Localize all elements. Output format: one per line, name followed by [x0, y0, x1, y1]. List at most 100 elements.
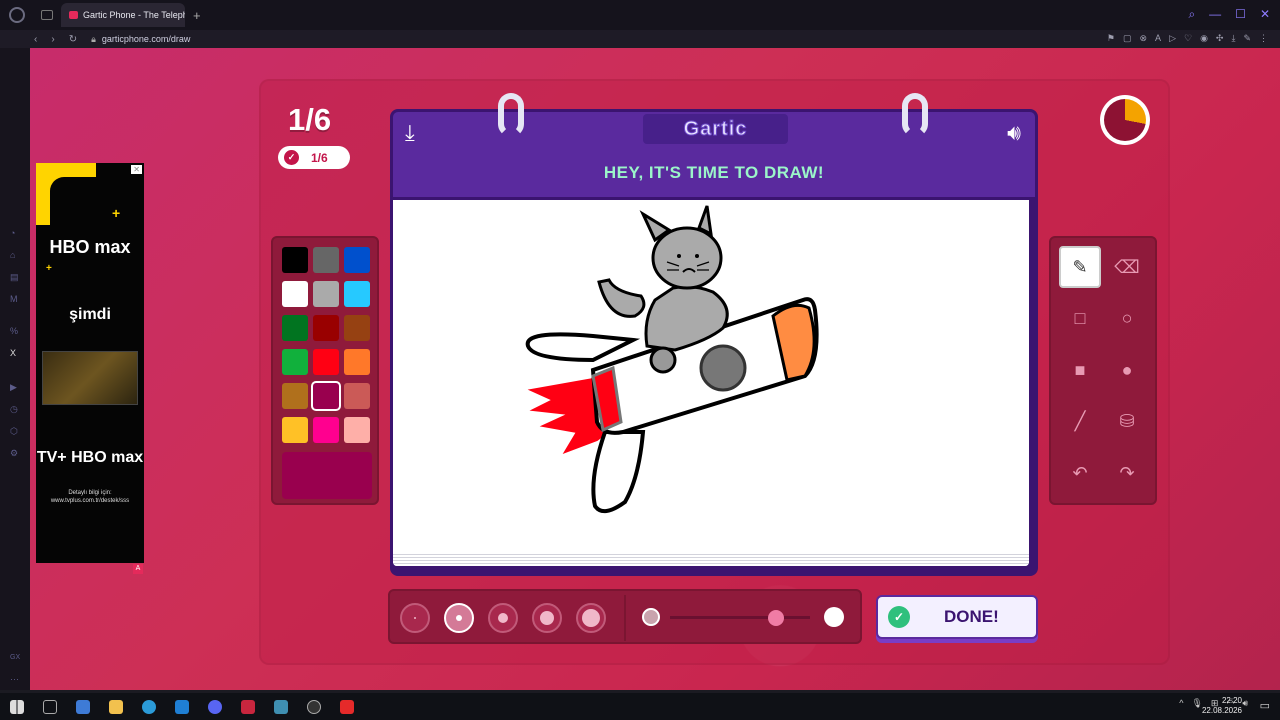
taskbar-clock[interactable]: 22:20 22.08.2026 [1202, 696, 1242, 716]
slider-handle[interactable] [768, 610, 784, 626]
sidebar-m-icon[interactable]: M [10, 294, 18, 304]
game-page: 1/6 ✓ 1/6 ✕ + + HBO max şimdi TV+ HBO ma… [30, 48, 1280, 690]
back-icon[interactable]: ‹ [34, 34, 37, 45]
color-swatch[interactable] [282, 315, 308, 341]
color-swatch[interactable] [313, 281, 339, 307]
color-swatch[interactable] [282, 247, 308, 273]
browser-tab[interactable]: Gartic Phone - The Telepho [61, 3, 185, 27]
download-icon[interactable]: ⤓ [1231, 33, 1235, 44]
opera-logo-icon[interactable] [9, 7, 25, 23]
sidebar-aria-icon[interactable]: ◔ [10, 228, 15, 238]
tray-chevron-icon[interactable]: ^ [1179, 698, 1183, 709]
extensions-icon[interactable]: ✣ [1216, 33, 1224, 44]
start-icon[interactable] [10, 699, 24, 714]
color-swatch[interactable] [344, 315, 370, 341]
color-swatch[interactable] [313, 247, 339, 273]
done-button[interactable]: ✓ DONE! [876, 595, 1038, 639]
window-controls: ⌕ — ☐ ✕ [1188, 7, 1270, 22]
adchoices-icon[interactable]: A [133, 564, 143, 574]
opera-gx-icon[interactable] [241, 699, 255, 714]
store-icon[interactable] [76, 699, 90, 714]
forward-icon[interactable]: › [51, 34, 54, 45]
brush-size-button[interactable] [532, 603, 562, 633]
bucket-icon[interactable]: ⛁ [1106, 401, 1148, 443]
color-swatch[interactable] [344, 417, 370, 443]
close-icon[interactable]: ✕ [1260, 7, 1270, 22]
outlook-icon[interactable] [175, 699, 189, 714]
opacity-slider[interactable] [640, 605, 850, 629]
search-icon[interactable]: ⌕ [1188, 7, 1195, 22]
brush-size-button[interactable] [444, 603, 474, 633]
color-swatch[interactable] [313, 383, 339, 409]
brush-size-button[interactable] [400, 603, 430, 633]
color-swatch[interactable] [282, 417, 308, 443]
color-swatch[interactable] [282, 383, 308, 409]
task-view-icon[interactable] [43, 699, 57, 714]
app-icon[interactable] [274, 699, 288, 714]
ad-close-icon[interactable]: ✕ [131, 165, 142, 174]
sidebar-settings-icon[interactable]: ⚙ [10, 448, 18, 459]
sidebar-box-icon[interactable]: ⬡ [10, 426, 18, 437]
notifications-icon[interactable]: ▭ [1260, 699, 1270, 712]
discord-icon[interactable] [208, 699, 222, 714]
color-swatch[interactable] [313, 315, 339, 341]
volume-icon[interactable]: 🔊︎ [1242, 698, 1248, 709]
ad-banner[interactable]: ✕ + + HBO max şimdi TV+ HBO max Detaylı … [36, 163, 144, 563]
chatgpt-icon[interactable] [307, 699, 321, 714]
drawing-canvas[interactable] [393, 200, 1029, 566]
sound-icon[interactable]: 🔊︎ [1007, 120, 1021, 146]
menu-icon[interactable]: ⋮ [1259, 33, 1268, 44]
explorer-icon[interactable] [109, 699, 123, 714]
maximize-icon[interactable]: ☐ [1235, 7, 1246, 22]
new-tab-icon[interactable]: + [193, 8, 201, 23]
color-swatch[interactable] [282, 281, 308, 307]
color-swatch[interactable] [344, 349, 370, 375]
aria-icon[interactable]: ✎ [1243, 33, 1251, 44]
minimize-icon[interactable]: — [1209, 7, 1221, 22]
eraser-icon[interactable]: ⌫ [1106, 246, 1148, 288]
circle-fill-icon[interactable]: ● [1106, 349, 1148, 391]
anydesk-icon[interactable] [340, 699, 354, 714]
ad-small-print: Detaylı bilgi için: www.tvplus.com.tr/de… [50, 490, 130, 504]
rectangle-fill-icon[interactable]: ■ [1059, 349, 1101, 391]
color-swatch[interactable] [344, 247, 370, 273]
sidebar-percent-icon[interactable]: % [10, 326, 18, 336]
edge-icon[interactable] [142, 699, 156, 714]
sidebar-lock-icon[interactable]: ⌂ [10, 250, 15, 260]
pin-icon[interactable]: ⚑ [1107, 33, 1115, 44]
sidebar-gx-icon[interactable]: GX [10, 654, 20, 661]
url-field[interactable]: garticphone.com/draw [102, 34, 191, 44]
sidebar-more-icon[interactable]: ··· [10, 674, 19, 684]
vpn-icon[interactable]: ◉ [1200, 33, 1208, 44]
tool-panel: ✎ ⌫ □ ○ ■ ● ╱ ⛁ ↶ ↷ [1049, 236, 1157, 505]
round-counter: 1/6 [288, 102, 332, 137]
circle-outline-icon[interactable]: ○ [1106, 298, 1148, 340]
sidebar-messenger-icon[interactable]: ▤ [10, 272, 19, 283]
snapshot-icon[interactable]: ▢ [1123, 33, 1132, 44]
heart-icon[interactable]: ♡ [1184, 33, 1192, 44]
rectangle-outline-icon[interactable]: □ [1059, 298, 1101, 340]
translate-icon[interactable]: A [1155, 33, 1161, 44]
reload-icon[interactable]: ↻ [69, 34, 77, 45]
color-swatch[interactable] [313, 349, 339, 375]
sidebar-history-icon[interactable]: ◷ [10, 404, 18, 415]
ad-simdi: şimdi [69, 306, 111, 323]
slider-track[interactable] [670, 616, 810, 619]
redo-icon[interactable]: ↷ [1106, 452, 1148, 494]
color-swatch[interactable] [313, 417, 339, 443]
pencil-icon[interactable]: ✎ [1059, 246, 1101, 288]
sidebar-x-icon[interactable]: X [10, 348, 16, 358]
color-swatch[interactable] [282, 349, 308, 375]
adblock-icon[interactable]: ⊗ [1140, 33, 1148, 44]
brush-size-button[interactable] [488, 603, 518, 633]
color-swatch[interactable] [344, 281, 370, 307]
sidebar-play-icon[interactable]: ▶ [10, 382, 17, 393]
line-icon[interactable]: ╱ [1059, 401, 1101, 443]
workspace-icon[interactable] [41, 10, 53, 20]
brush-size-button[interactable] [576, 603, 606, 633]
player-icon[interactable]: ▷ [1169, 33, 1176, 44]
color-palette [271, 236, 379, 505]
undo-icon[interactable]: ↶ [1059, 452, 1101, 494]
download-icon[interactable]: ⤓ [405, 120, 415, 146]
color-swatch[interactable] [344, 383, 370, 409]
